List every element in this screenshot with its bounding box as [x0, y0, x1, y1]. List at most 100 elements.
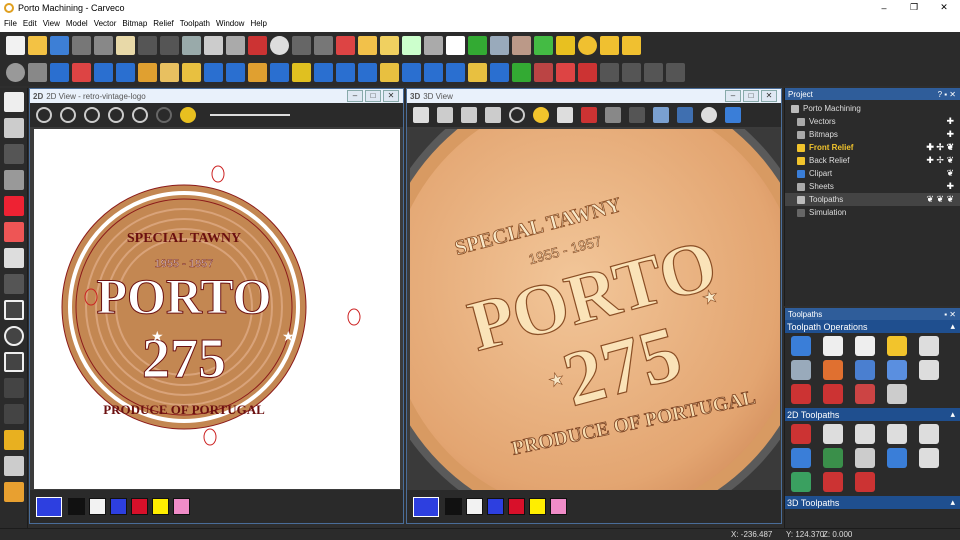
- node-edit-icon[interactable]: [380, 36, 399, 55]
- material-block-icon[interactable]: [823, 360, 843, 380]
- fingerprint-icon[interactable]: [28, 63, 47, 82]
- section-2d-toolpaths[interactable]: 2D Toolpaths ▴: [785, 408, 960, 421]
- nodes-toolpath-icon[interactable]: [823, 384, 843, 404]
- view-3d-close-button[interactable]: ✕: [761, 90, 777, 102]
- section-3d-toolpaths[interactable]: 3D Toolpaths ▴: [785, 496, 960, 509]
- relief-frame-icon[interactable]: [600, 63, 619, 82]
- tree-item-simulation[interactable]: Simulation: [785, 206, 960, 219]
- relief-box-icon[interactable]: [468, 63, 487, 82]
- relief-smooth-icon[interactable]: [402, 63, 421, 82]
- menu-relief[interactable]: Relief: [153, 19, 173, 28]
- undo-icon[interactable]: [138, 36, 157, 55]
- shape-icon[interactable]: [556, 36, 575, 55]
- light-bulb-icon[interactable]: [533, 107, 549, 123]
- menu-edit[interactable]: Edit: [23, 19, 37, 28]
- add-relief-icon[interactable]: [512, 63, 531, 82]
- relief-merge-icon[interactable]: [204, 63, 223, 82]
- menu-bitmap[interactable]: Bitmap: [122, 19, 147, 28]
- view-cube-front-icon[interactable]: [437, 107, 453, 123]
- toolpaths-panel-pin-icon[interactable]: ▪ ✕: [944, 310, 956, 319]
- zoom-selection-icon[interactable]: [156, 107, 172, 123]
- tree-item-bitmaps[interactable]: Bitmaps ✚: [785, 128, 960, 141]
- section-toolpath-operations[interactable]: Toolpath Operations ▴: [785, 320, 960, 333]
- engrave-text-icon[interactable]: [791, 424, 811, 444]
- zoom-in-icon[interactable]: [36, 107, 52, 123]
- zoom-1to1-icon[interactable]: [108, 107, 124, 123]
- relief-copy-icon[interactable]: [644, 63, 663, 82]
- node-select-icon[interactable]: [4, 118, 24, 138]
- menu-window[interactable]: Window: [216, 19, 244, 28]
- open-folder-icon[interactable]: [28, 36, 47, 55]
- transform-toolpath-icon[interactable]: [919, 360, 939, 380]
- material-icon[interactable]: [653, 107, 669, 123]
- add-bitmap-icon[interactable]: ✚: [946, 129, 954, 140]
- drill-pattern-icon[interactable]: [919, 424, 939, 444]
- paste-icon[interactable]: [116, 36, 135, 55]
- view-cube-top-icon[interactable]: [485, 107, 501, 123]
- bucket-icon[interactable]: [4, 248, 24, 268]
- redo-icon[interactable]: [160, 36, 179, 55]
- offset-icon[interactable]: [490, 36, 509, 55]
- transform-icon[interactable]: [402, 36, 421, 55]
- color-swatch-yellow-3d[interactable]: [529, 498, 546, 515]
- model-size-icon[interactable]: [182, 36, 201, 55]
- tree-item-back-relief[interactable]: Back Relief ✚ ✢ ❦: [785, 154, 960, 167]
- star-view-icon[interactable]: [725, 107, 741, 123]
- relief-circle-icon[interactable]: [534, 63, 553, 82]
- texture-toolpath-icon[interactable]: [855, 472, 875, 492]
- text-icon[interactable]: [4, 404, 24, 424]
- copy-icon[interactable]: [94, 36, 113, 55]
- collapse-icon[interactable]: ▴: [950, 321, 955, 332]
- area-clear-icon[interactable]: [791, 448, 811, 468]
- maximize-button[interactable]: ❐: [898, 0, 930, 15]
- calculator-icon[interactable]: [823, 336, 843, 356]
- color-swatch-white[interactable]: [89, 498, 106, 515]
- move-icon[interactable]: [4, 144, 24, 164]
- color-swatch-yellow[interactable]: [152, 498, 169, 515]
- fillet-icon[interactable]: [512, 36, 531, 55]
- save-toolpath-icon[interactable]: [791, 336, 811, 356]
- relief-zero-icon[interactable]: [314, 63, 333, 82]
- stop-grid-icon[interactable]: [855, 384, 875, 404]
- rotate-icon[interactable]: [701, 107, 717, 123]
- plane-icon[interactable]: [557, 107, 573, 123]
- inlay-icon[interactable]: [887, 448, 907, 468]
- sheet-list-icon[interactable]: [855, 336, 875, 356]
- zoom-out-icon[interactable]: [60, 107, 76, 123]
- origin-flag-icon[interactable]: [248, 36, 267, 55]
- zoom-star-icon[interactable]: [180, 107, 196, 123]
- menu-model[interactable]: Model: [66, 19, 88, 28]
- tree-item-front-relief[interactable]: Front Relief ✚ ✢ ❦: [785, 141, 960, 154]
- menu-toolpath[interactable]: Toolpath: [180, 19, 210, 28]
- relief-cut-icon[interactable]: [578, 63, 597, 82]
- wand-icon[interactable]: [4, 482, 24, 502]
- arc-icon[interactable]: [4, 378, 24, 398]
- eraser-tool-icon[interactable]: [4, 222, 24, 242]
- color-swatch-pink[interactable]: [173, 498, 190, 515]
- zoom-slider[interactable]: [210, 114, 290, 116]
- relief-eraser-icon[interactable]: [72, 63, 91, 82]
- color-swatch-black-3d[interactable]: [445, 498, 462, 515]
- relief-shape-icon[interactable]: [94, 63, 113, 82]
- back-relief-actions-icon[interactable]: ✚ ✢ ❦: [926, 155, 954, 166]
- current-color-swatch-3d[interactable]: [413, 496, 439, 517]
- relief-stack-icon[interactable]: [270, 63, 289, 82]
- tree-item-root[interactable]: Porto Machining: [785, 102, 960, 115]
- color-swatch-red[interactable]: [131, 498, 148, 515]
- relief-blocks-icon[interactable]: [116, 63, 135, 82]
- pencil-icon[interactable]: [4, 196, 24, 216]
- relief-layers-icon[interactable]: [446, 63, 465, 82]
- minimize-button[interactable]: –: [868, 0, 900, 15]
- view-2d-close-button[interactable]: ✕: [383, 90, 399, 102]
- front-relief-actions-icon[interactable]: ✚ ✢ ❦: [926, 142, 954, 153]
- drop-icon[interactable]: [4, 430, 24, 450]
- axes-icon[interactable]: [581, 107, 597, 123]
- import-toolpath-icon[interactable]: [919, 336, 939, 356]
- view-3d-minimize-button[interactable]: –: [725, 90, 741, 102]
- star-burst-icon[interactable]: [446, 36, 465, 55]
- relief-star-icon[interactable]: [182, 63, 201, 82]
- menu-help[interactable]: Help: [250, 19, 266, 28]
- toolpath-actions-icon[interactable]: ❦ ❦ ❦: [926, 194, 954, 205]
- relief-add-icon[interactable]: [226, 63, 245, 82]
- canvas-3d[interactable]: SPECIAL TAWNY 1955 - 1957 PORTO 275 ★ ★ …: [410, 129, 780, 492]
